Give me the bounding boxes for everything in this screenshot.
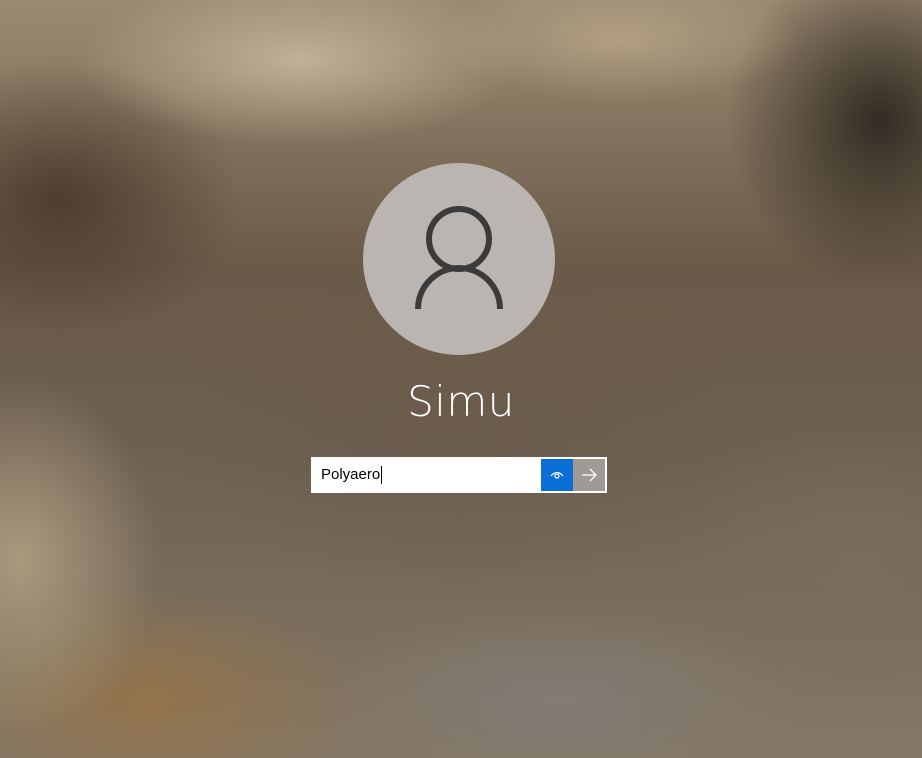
arrow-right-icon [582,468,597,482]
lock-screen: Simu Polyaero [0,0,922,758]
password-value: Polyaero [321,466,381,483]
person-icon [415,206,503,310]
reveal-password-button[interactable] [541,459,573,491]
submit-button[interactable] [573,459,605,491]
text-caret [381,466,383,484]
password-box: Polyaero [311,457,607,493]
password-input[interactable]: Polyaero [313,459,541,491]
eye-icon [550,471,564,479]
username-label: Simu [407,377,515,426]
user-avatar [363,163,555,355]
